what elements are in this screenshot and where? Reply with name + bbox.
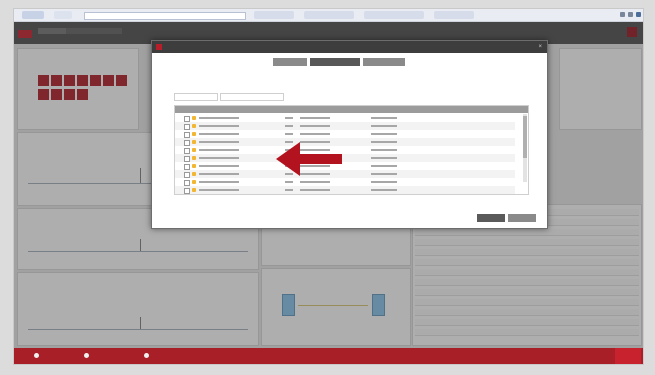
cell-text (371, 125, 397, 127)
table-row[interactable] (175, 130, 515, 138)
table-row[interactable] (175, 138, 515, 146)
cell-text (285, 189, 293, 191)
dialog-icon (156, 44, 162, 50)
cell-text (199, 189, 239, 191)
browser-menu-icon[interactable] (636, 12, 641, 17)
status-bar-item[interactable] (84, 353, 92, 359)
next-button[interactable] (477, 214, 505, 222)
cell-text (285, 133, 293, 135)
browser-tab[interactable] (54, 11, 72, 19)
table-row[interactable] (175, 146, 515, 154)
cell-text (199, 181, 239, 183)
scrollbar[interactable] (523, 114, 527, 182)
row-checkbox[interactable] (184, 188, 190, 194)
wizard-step-3[interactable] (363, 58, 405, 66)
address-bar[interactable] (84, 12, 246, 20)
cell-text (199, 117, 239, 119)
table-row[interactable] (175, 186, 515, 194)
cell-text (371, 173, 397, 175)
cell-text (300, 173, 330, 175)
cell-text (371, 141, 397, 143)
cell-text (300, 165, 330, 167)
device-icon (192, 188, 196, 192)
browser-toolbar (14, 9, 643, 22)
device-icon (192, 148, 196, 152)
browser-control-icon[interactable] (620, 12, 625, 17)
cell-text (300, 141, 330, 143)
notification-button[interactable] (615, 348, 641, 364)
cell-text (285, 117, 293, 119)
device-icon (192, 140, 196, 144)
cell-text (371, 157, 397, 159)
device-icon (192, 124, 196, 128)
cell-text (199, 133, 239, 135)
table-row[interactable] (175, 178, 515, 186)
close-icon[interactable]: × (538, 43, 542, 51)
bookmark-item[interactable] (434, 11, 474, 19)
device-icon (192, 116, 196, 120)
arrow-shaft (296, 154, 342, 164)
cell-text (300, 133, 330, 135)
status-icon (34, 353, 39, 359)
cell-text (285, 181, 293, 183)
device-table (174, 105, 529, 195)
cell-text (300, 117, 330, 119)
cell-text (371, 189, 397, 191)
device-icon (192, 132, 196, 136)
filter-select[interactable] (220, 93, 284, 101)
search-input[interactable] (174, 93, 218, 101)
device-icon (192, 172, 196, 176)
finish-button[interactable] (508, 214, 536, 222)
cell-text (300, 181, 330, 183)
cell-text (199, 157, 239, 159)
cell-text (199, 173, 239, 175)
table-row[interactable] (175, 162, 515, 170)
device-icon (192, 180, 196, 184)
back-button[interactable] (452, 214, 474, 222)
table-row[interactable] (175, 122, 515, 130)
status-bar (14, 348, 643, 364)
status-icon (144, 353, 149, 359)
bookmark-item[interactable] (304, 11, 354, 19)
table-row[interactable] (175, 170, 515, 178)
wizard-step-2[interactable] (310, 58, 360, 66)
device-icon (192, 164, 196, 168)
wizard-dialog: × (151, 40, 548, 229)
cell-text (300, 189, 330, 191)
browser-control-icon[interactable] (628, 12, 633, 17)
cell-text (199, 165, 239, 167)
status-bar-item[interactable] (144, 353, 152, 359)
cell-text (300, 149, 330, 151)
wizard-step-1[interactable] (273, 58, 307, 66)
browser-tab[interactable] (22, 11, 44, 19)
screenshot-frame: × (13, 8, 644, 365)
table-header (175, 106, 528, 113)
device-icon (192, 156, 196, 160)
cell-text (199, 141, 239, 143)
cell-text (371, 149, 397, 151)
bookmark-item[interactable] (254, 11, 294, 19)
cell-text (300, 125, 330, 127)
cell-text (371, 117, 397, 119)
cell-text (199, 149, 239, 151)
cell-text (371, 133, 397, 135)
dialog-header: × (152, 41, 547, 53)
cell-text (285, 125, 293, 127)
cell-text (199, 125, 239, 127)
status-bar-item[interactable] (34, 353, 42, 359)
status-icon (84, 353, 89, 359)
scrollbar-thumb[interactable] (523, 116, 527, 158)
cell-text (371, 181, 397, 183)
bookmark-item[interactable] (364, 11, 424, 19)
table-row[interactable] (175, 114, 515, 122)
table-row[interactable] (175, 154, 515, 162)
cell-text (371, 165, 397, 167)
